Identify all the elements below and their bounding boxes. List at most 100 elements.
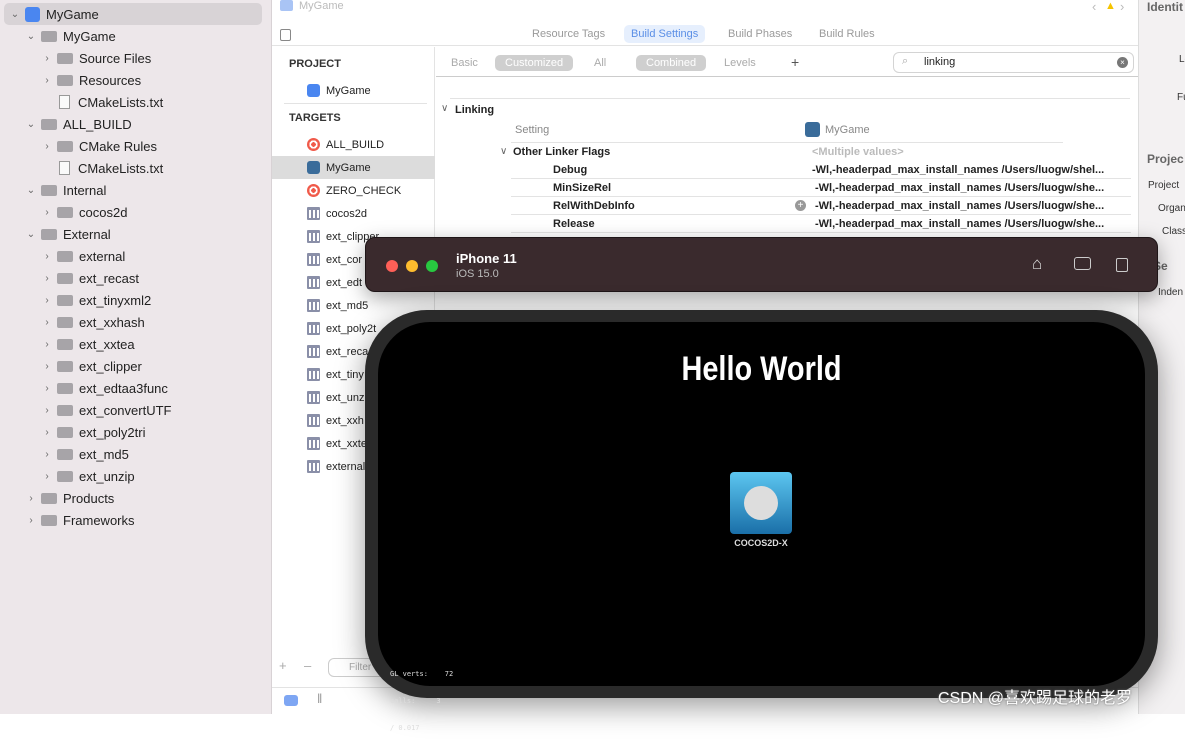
tab-build-settings[interactable]: Build Settings	[624, 25, 706, 43]
tab-resource-tags[interactable]: Resource Tags	[525, 25, 612, 43]
config-name: Debug	[553, 164, 588, 176]
setting-row[interactable]: RelWithDebInfo -Wl,-headerpad_max_install…	[511, 197, 1131, 215]
navigator-item[interactable]: › Resources	[4, 69, 262, 91]
chevron-right-icon[interactable]: ›	[40, 449, 54, 460]
breakpoints-icon[interactable]	[284, 695, 298, 706]
navigator-item[interactable]: › ext_md5	[4, 443, 262, 465]
setting-name[interactable]: Other Linker Flags	[513, 146, 610, 158]
minimize-button[interactable]	[406, 260, 418, 272]
filter-all[interactable]: All	[584, 55, 616, 71]
navigator-item[interactable]: CMakeLists.txt	[4, 157, 262, 179]
chevron-right-icon[interactable]: ›	[40, 361, 54, 372]
target-item[interactable]: ZERO_CHECK	[272, 179, 435, 202]
config-value[interactable]: -Wl,-headerpad_max_install_names /Users/…	[815, 182, 1104, 194]
chevron-right-icon[interactable]: ›	[40, 471, 54, 482]
folder-icon	[57, 426, 73, 438]
screenshot-icon[interactable]	[1074, 257, 1091, 270]
zoom-button[interactable]	[426, 260, 438, 272]
target-item[interactable]: MyGame	[272, 156, 435, 179]
navigator-item[interactable]: › ext_recast	[4, 267, 262, 289]
chevron-right-icon[interactable]: ›	[40, 53, 54, 64]
chevron-down-icon[interactable]: ⌄	[24, 229, 38, 240]
chevron-right-icon[interactable]: ›	[24, 515, 38, 526]
chevron-down-icon[interactable]: ⌄	[24, 31, 38, 42]
clear-search-icon[interactable]: ×	[1117, 57, 1128, 68]
chevron-right-icon[interactable]: ›	[40, 339, 54, 350]
navigator-item-label: Frameworks	[63, 512, 135, 528]
navigator-item[interactable]: › ext_edtaa3func	[4, 377, 262, 399]
tab-build-rules[interactable]: Build Rules	[812, 25, 882, 43]
navigator-item[interactable]: › ext_xxtea	[4, 333, 262, 355]
section-title[interactable]: Linking	[455, 104, 494, 116]
targets-header: TARGETS	[289, 112, 341, 124]
chevron-right-icon[interactable]: ›	[40, 75, 54, 86]
config-value[interactable]: -Wl,-headerpad_max_install_names /Users/…	[815, 218, 1104, 230]
chevron-right-icon[interactable]: ›	[40, 383, 54, 394]
chevron-right-icon[interactable]: ›	[40, 273, 54, 284]
navigator-item[interactable]: ⌄ MyGame	[4, 25, 262, 47]
chevron-down-icon[interactable]: ⌄	[24, 185, 38, 196]
rotate-icon[interactable]	[1116, 258, 1128, 272]
navigator-item[interactable]: › ext_tinyxml2	[4, 289, 262, 311]
navigator-item[interactable]: › ext_unzip	[4, 465, 262, 487]
back-icon[interactable]: ‹	[1092, 0, 1096, 14]
chevron-right-icon[interactable]: ›	[24, 493, 38, 504]
home-icon[interactable]: ⌂	[1032, 254, 1042, 274]
navigator-item[interactable]: › external	[4, 245, 262, 267]
remove-icon[interactable]: –	[304, 658, 311, 673]
chevron-down-icon[interactable]: ∨	[441, 103, 448, 114]
navigator-item[interactable]: › CMake Rules	[4, 135, 262, 157]
navigator-item[interactable]: › cocos2d	[4, 201, 262, 223]
target-item[interactable]: cocos2d	[272, 202, 435, 225]
warning-icon[interactable]: ▲	[1105, 0, 1116, 12]
navigator-item[interactable]: CMakeLists.txt	[4, 91, 262, 113]
navigator-item[interactable]: ⌄ External	[4, 223, 262, 245]
add-condition-icon[interactable]: +	[795, 200, 806, 211]
chevron-right-icon[interactable]: ›	[40, 405, 54, 416]
config-value[interactable]: -Wl,-headerpad_max_install_names /Users/…	[812, 164, 1104, 176]
navigator-item[interactable]: ⌄ Internal	[4, 179, 262, 201]
navigator-item[interactable]: › ext_xxhash	[4, 311, 262, 333]
navigator-item[interactable]: › ext_clipper	[4, 355, 262, 377]
chevron-right-icon[interactable]: ›	[40, 317, 54, 328]
chevron-right-icon[interactable]: ›	[40, 207, 54, 218]
chevron-right-icon[interactable]: ›	[40, 141, 54, 152]
navigator-item[interactable]: › Source Files	[4, 47, 262, 69]
chevron-right-icon[interactable]: ›	[40, 295, 54, 306]
chevron-right-icon[interactable]: ›	[40, 251, 54, 262]
navigator-item[interactable]: › Products	[4, 487, 262, 509]
setting-row[interactable]: Release -Wl,-headerpad_max_install_names …	[511, 215, 1131, 233]
search-value: linking	[924, 56, 956, 68]
navigator-item[interactable]: ⌄ ALL_BUILD	[4, 113, 262, 135]
target-item[interactable]: ALL_BUILD	[272, 133, 435, 156]
chevron-down-icon[interactable]: ∨	[500, 146, 507, 157]
add-setting-button[interactable]: +	[791, 54, 799, 70]
chevron-right-icon[interactable]: ›	[40, 427, 54, 438]
chevron-down-icon[interactable]: ⌄	[8, 9, 22, 20]
device-screen[interactable]: Hello World COCOS2D-X GL verts: 72 calls…	[378, 322, 1145, 732]
filter-levels[interactable]: Levels	[714, 55, 766, 71]
filter-combined[interactable]: Combined	[636, 55, 707, 71]
simulator-toolbar[interactable]: iPhone 11 iOS 15.0 ⌂	[365, 237, 1158, 292]
navigator-item[interactable]: › Frameworks	[4, 509, 262, 531]
close-button[interactable]	[386, 260, 398, 272]
setting-row[interactable]: MinSizeRel -Wl,-headerpad_max_install_nam…	[511, 179, 1131, 197]
setting-value[interactable]: <Multiple values>	[812, 146, 904, 158]
navigator-item[interactable]: › ext_convertUTF	[4, 399, 262, 421]
setting-row[interactable]: Debug -Wl,-headerpad_max_install_names /U…	[511, 161, 1131, 179]
navigator-item[interactable]: › ext_poly2tri	[4, 421, 262, 443]
folder-icon	[41, 228, 57, 240]
filter-basic[interactable]: Basic	[441, 55, 488, 71]
chevron-down-icon[interactable]: ⌄	[24, 119, 38, 130]
project-item[interactable]: MyGame	[272, 79, 435, 102]
config-value[interactable]: -Wl,-headerpad_max_install_names /Users/…	[815, 200, 1104, 212]
settings-search-input[interactable]: ⌕ linking ×	[893, 52, 1134, 73]
pause-icon[interactable]: ‖	[317, 691, 322, 706]
add-icon[interactable]: +	[279, 658, 287, 673]
sidebar-toggle-icon[interactable]	[280, 29, 291, 41]
breadcrumb[interactable]: MyGame	[299, 0, 344, 12]
tab-build-phases[interactable]: Build Phases	[721, 25, 799, 43]
filter-customized[interactable]: Customized	[495, 55, 574, 71]
navigator-item[interactable]: ⌄ MyGame	[4, 3, 262, 25]
forward-icon[interactable]: ›	[1120, 0, 1124, 14]
